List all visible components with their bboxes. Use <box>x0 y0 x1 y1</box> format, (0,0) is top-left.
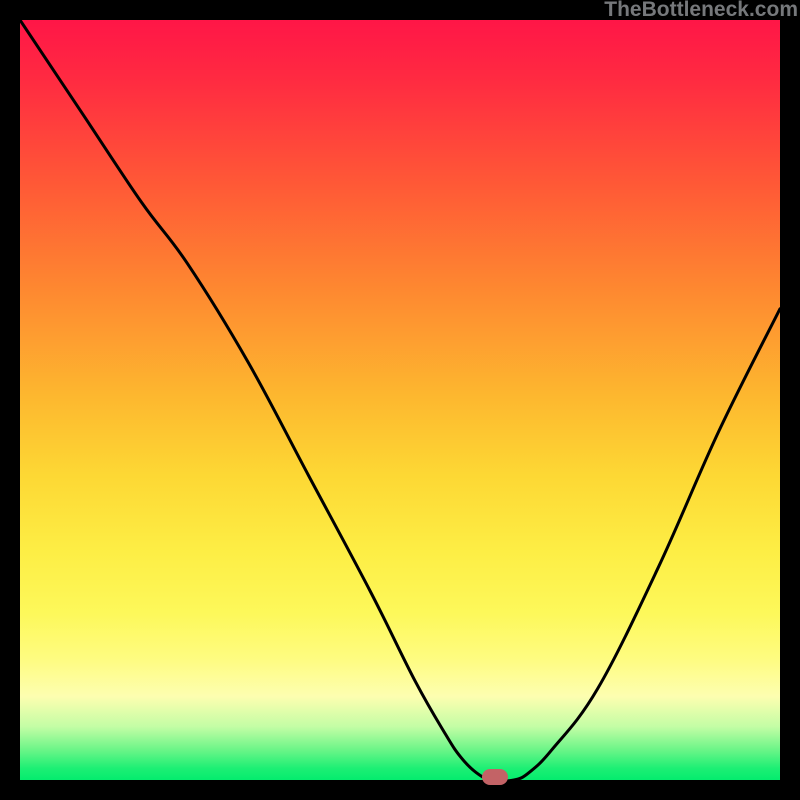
attribution-watermark: TheBottleneck.com <box>604 0 798 22</box>
bottleneck-curve <box>20 20 780 780</box>
chart-area <box>20 20 780 780</box>
optimal-point-marker <box>482 769 509 784</box>
